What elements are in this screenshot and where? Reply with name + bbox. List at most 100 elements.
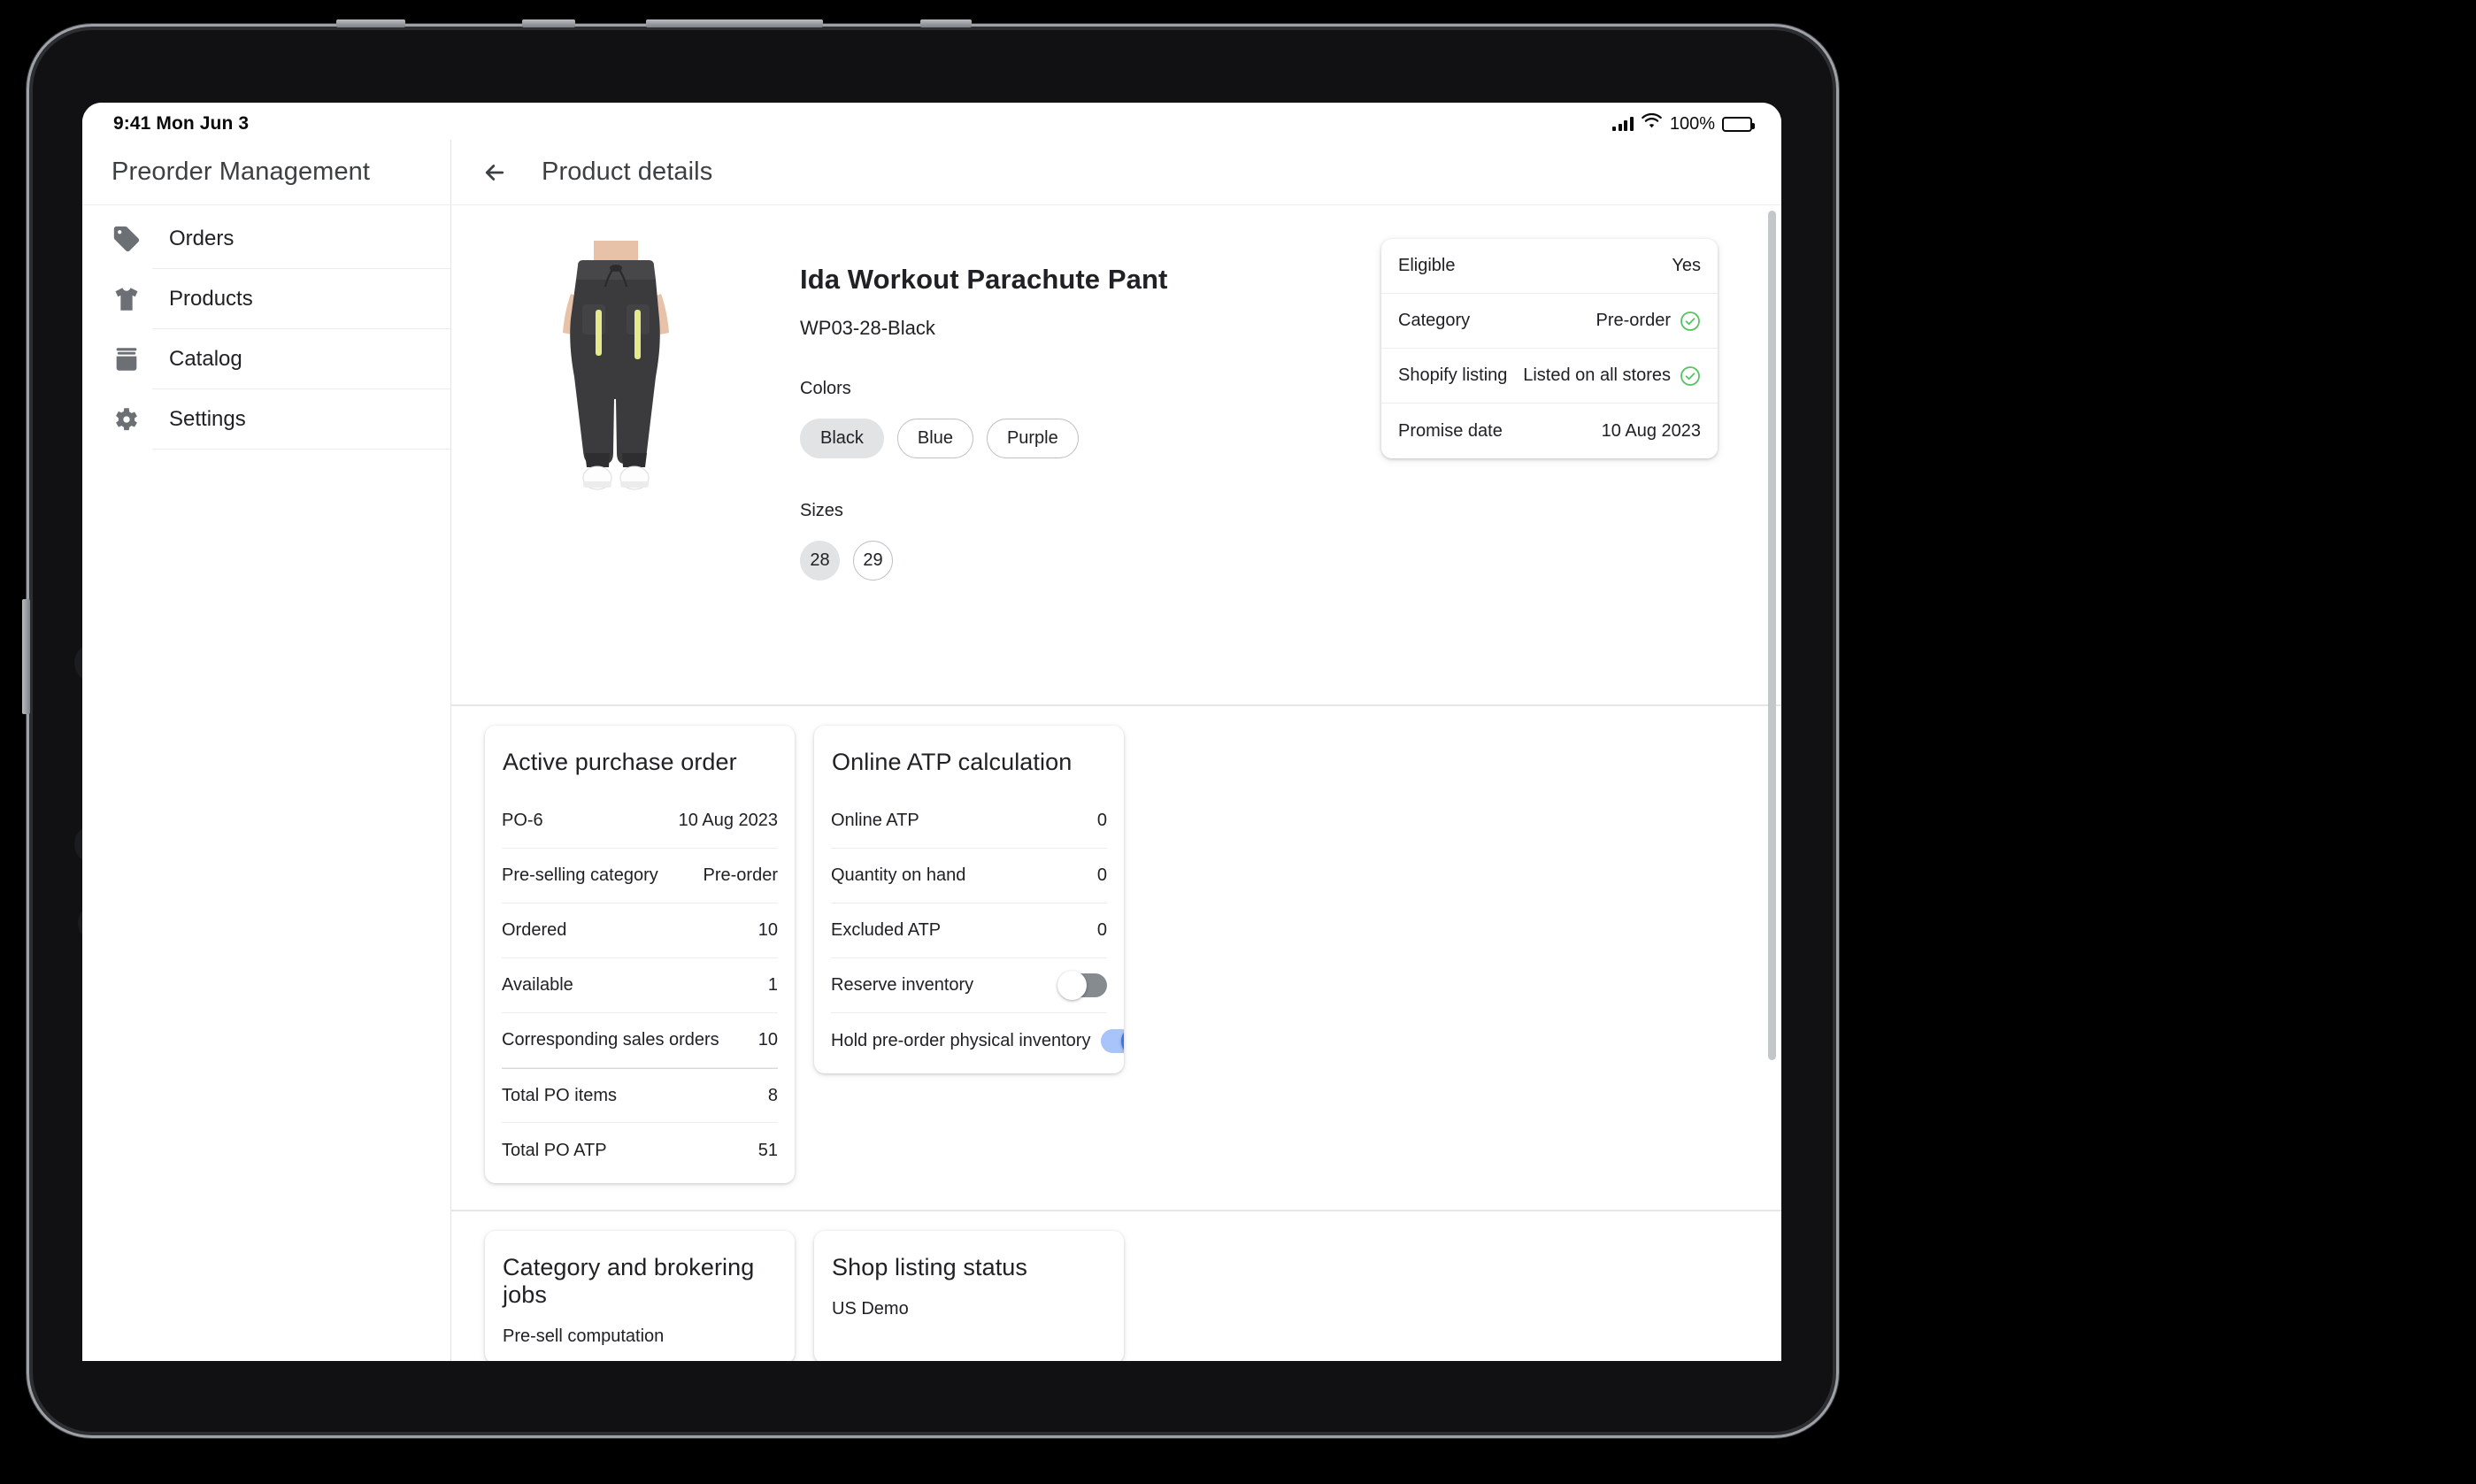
- sidebar-item-label: Settings: [169, 406, 246, 431]
- category-brokering-jobs-card: Category and brokering jobs Pre-sell com…: [485, 1231, 795, 1361]
- cards-section: Active purchase order PO-6 10 Aug 2023 P…: [451, 706, 1781, 1211]
- row-key: Shopify listing: [1398, 365, 1508, 385]
- table-row: Ordered 10: [502, 903, 778, 958]
- main-content: Product details Ida Workout Parachute Pa…: [451, 140, 1781, 1361]
- bottom-section: Category and brokering jobs Pre-sell com…: [451, 1211, 1781, 1361]
- reserve-inventory-toggle[interactable]: [1057, 971, 1107, 1000]
- wifi-icon: [1641, 112, 1663, 135]
- row-key: Pre-selling category: [502, 865, 658, 885]
- sidebar: Preorder Management Orders Products Cata…: [82, 140, 451, 1361]
- row-key: Ordered: [502, 920, 567, 940]
- row-value: 10: [757, 1030, 778, 1050]
- table-row: Hold pre-order physical inventory: [831, 1013, 1124, 1068]
- row-value: 51: [757, 1140, 778, 1160]
- row-key: Total PO items: [502, 1085, 618, 1105]
- table-row: Corresponding sales orders 10: [502, 1013, 778, 1068]
- cellular-signal-icon: [1612, 117, 1634, 131]
- device-top-button-4[interactable]: [920, 19, 972, 27]
- table-row: Online ATP 0: [831, 794, 1107, 849]
- table-row: Total PO ATP 51: [502, 1123, 778, 1178]
- sizes-label: Sizes: [800, 501, 843, 520]
- size-chip-row: 28 29: [800, 541, 1381, 581]
- product-sku: WP03-28-Black: [800, 317, 935, 339]
- row-key: Quantity on hand: [831, 865, 966, 885]
- status-bar: 9:41 Mon Jun 3 100%: [82, 103, 1781, 140]
- hold-preorder-physical-inventory-toggle[interactable]: [1101, 1026, 1124, 1056]
- device-frame: 9:41 Mon Jun 3 100% Preorder Management …: [22, 19, 1839, 1438]
- sidebar-nav: Orders Products Catalog Settings: [82, 205, 450, 450]
- table-row: PO-6 10 Aug 2023: [502, 794, 778, 849]
- device-top-button-1[interactable]: [336, 19, 405, 27]
- color-chip-purple[interactable]: Purple: [986, 419, 1079, 458]
- battery-percent-label: 100%: [1669, 113, 1715, 134]
- arrow-left-icon: [485, 164, 504, 181]
- scrollbar[interactable]: [1767, 205, 1778, 1361]
- scroll-area[interactable]: Ida Workout Parachute Pant WP03-28-Black…: [451, 205, 1781, 1361]
- card-title: Shop listing status: [832, 1254, 1028, 1280]
- status-bar-indicators: 100%: [1612, 112, 1755, 135]
- colors-group: Colors Black Blue Purple: [800, 379, 1381, 458]
- sidebar-item-catalog-labelwrap: Catalog: [152, 329, 450, 389]
- row-key: Total PO ATP: [502, 1140, 607, 1160]
- device-top-button-2[interactable]: [522, 19, 575, 27]
- sidebar-item-orders[interactable]: Orders: [82, 209, 450, 269]
- eligibility-row-category: Category Pre-order: [1381, 294, 1718, 349]
- page-header: Product details: [451, 140, 1781, 205]
- row-value: 0: [1096, 811, 1107, 830]
- row-key: Online ATP: [831, 811, 919, 830]
- check-circle-icon: [1680, 365, 1700, 386]
- tag-icon: [111, 224, 152, 254]
- battery-full-icon: [1722, 116, 1755, 132]
- sidebar-item-label: Catalog: [169, 346, 242, 371]
- device-power-button[interactable]: [22, 599, 30, 714]
- row-value: 10: [757, 920, 778, 940]
- check-circle-icon: [1680, 311, 1700, 331]
- color-chip-row: Black Blue Purple: [800, 419, 1381, 458]
- active-purchase-order-card: Active purchase order PO-6 10 Aug 2023 P…: [485, 726, 795, 1183]
- eligibility-row-promise-date: Promise date 10 Aug 2023: [1381, 404, 1718, 458]
- size-chip-28[interactable]: 28: [800, 541, 840, 581]
- table-row: Quantity on hand 0: [831, 849, 1107, 903]
- sizes-group: Sizes 28 29: [800, 501, 1381, 581]
- color-chip-black[interactable]: Black: [800, 419, 884, 458]
- sidebar-item-label: Products: [169, 286, 253, 311]
- app-shell: Preorder Management Orders Products Cata…: [82, 140, 1781, 1361]
- back-button[interactable]: [474, 152, 515, 193]
- row-key: Corresponding sales orders: [502, 1030, 719, 1050]
- card-title: Active purchase order: [503, 749, 737, 775]
- color-chip-blue[interactable]: Blue: [896, 419, 973, 458]
- device-top-button-3[interactable]: [646, 19, 823, 27]
- row-value: Pre-order: [1596, 311, 1671, 330]
- row-value: 8: [767, 1085, 778, 1105]
- sidebar-item-products[interactable]: Products: [82, 269, 450, 329]
- row-key: Available: [502, 975, 573, 995]
- row-value: 10 Aug 2023: [678, 811, 778, 830]
- product-image: [527, 241, 704, 673]
- row-value: Listed on all stores: [1523, 365, 1671, 385]
- table-row: Available 1: [502, 958, 778, 1013]
- page-title: Product details: [542, 158, 713, 186]
- eligibility-row-shopify-listing: Shopify listing Listed on all stores: [1381, 349, 1718, 404]
- table-row: Excluded ATP 0: [831, 903, 1107, 958]
- size-chip-29[interactable]: 29: [853, 541, 893, 581]
- app-title: Preorder Management: [111, 158, 371, 186]
- product-info: Ida Workout Parachute Pant WP03-28-Black…: [704, 232, 1381, 673]
- row-key: Category: [1398, 311, 1471, 330]
- row-value: Pre-order: [703, 865, 778, 885]
- status-time-value: 9:41: [113, 113, 151, 134]
- tshirt-icon: [111, 284, 152, 314]
- sidebar-item-catalog[interactable]: Catalog: [82, 329, 450, 389]
- sidebar-item-products-labelwrap: Products: [152, 269, 450, 329]
- table-row: Total PO items 8: [502, 1068, 778, 1123]
- row-value: 0: [1096, 865, 1107, 885]
- scrollbar-thumb[interactable]: [1768, 211, 1776, 1060]
- product-name: Ida Workout Parachute Pant: [800, 264, 1168, 295]
- device-screen: 9:41 Mon Jun 3 100% Preorder Management …: [82, 103, 1781, 1361]
- row-value: 10 Aug 2023: [1601, 420, 1701, 441]
- row-key: Eligible: [1398, 256, 1456, 275]
- sidebar-item-settings[interactable]: Settings: [82, 389, 450, 450]
- colors-label: Colors: [800, 379, 851, 398]
- sidebar-item-settings-labelwrap: Settings: [152, 389, 450, 450]
- sidebar-item-orders-labelwrap: Orders: [152, 209, 450, 269]
- product-summary-section: Ida Workout Parachute Pant WP03-28-Black…: [451, 205, 1781, 706]
